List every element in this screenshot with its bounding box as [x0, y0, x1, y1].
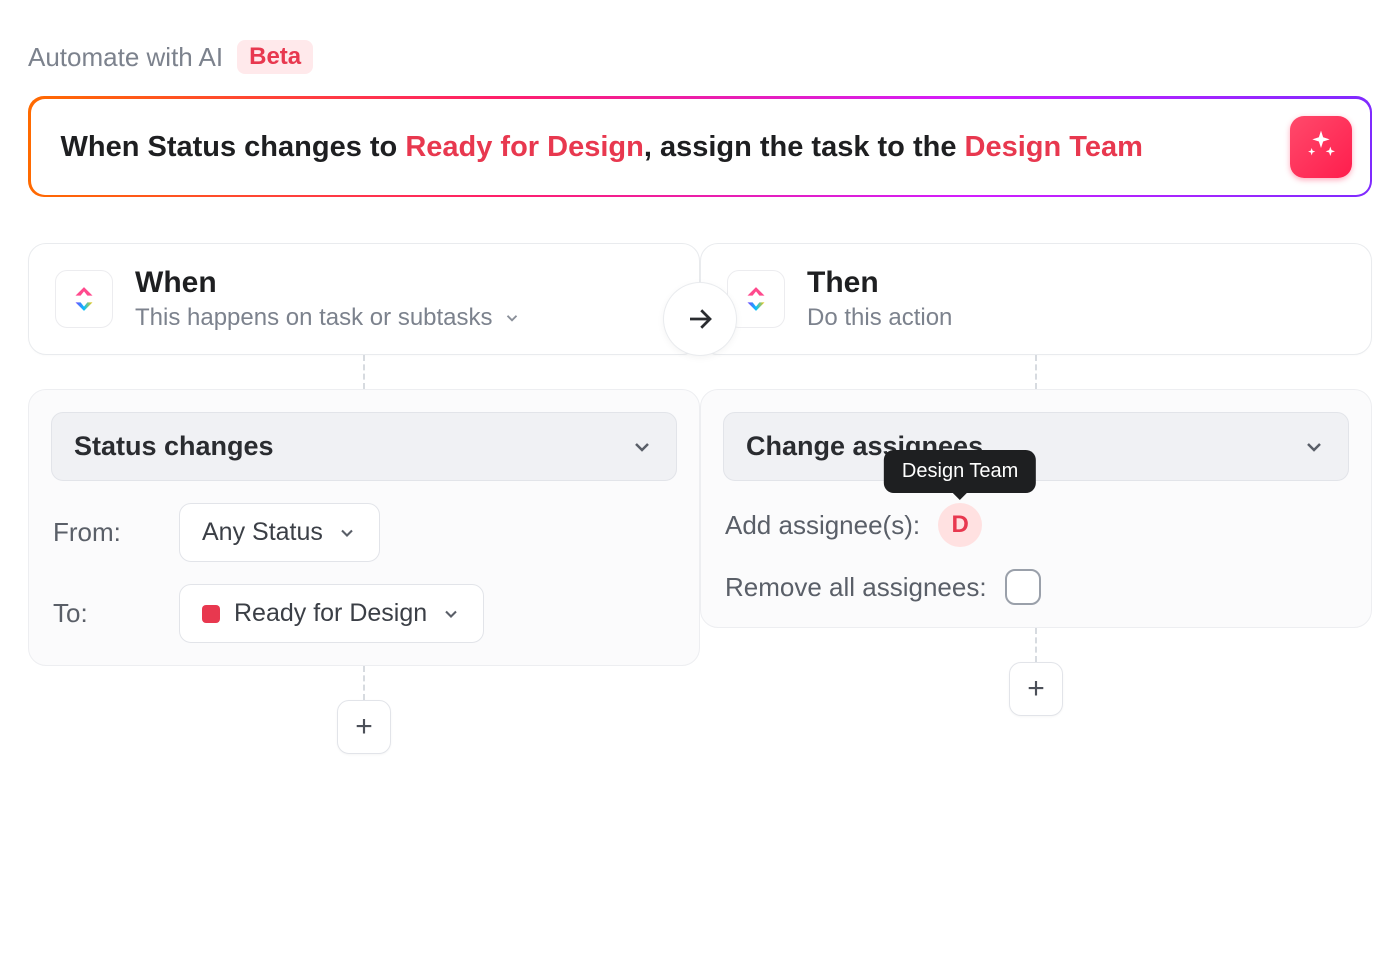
- to-status-select[interactable]: Ready for Design: [179, 584, 484, 643]
- clickup-logo-icon: [739, 282, 773, 316]
- chevron-down-icon: [630, 435, 654, 459]
- header-title: Automate with AI: [28, 42, 223, 73]
- then-card-header: Then Do this action: [727, 266, 1345, 332]
- assignee-tooltip: Design Team: [884, 450, 1036, 493]
- then-config-card: Change assignees Add assignee(s): D Desi…: [700, 389, 1372, 628]
- ai-prompt-inner: When Status changes to Ready for Design,…: [31, 99, 1370, 195]
- status-color-swatch: [202, 605, 220, 623]
- remove-assignees-label: Remove all assignees:: [725, 572, 987, 603]
- connector-line: [1035, 628, 1037, 662]
- from-row: From: Any Status: [51, 503, 677, 562]
- when-subtitle-row[interactable]: This happens on task or subtasks: [135, 304, 673, 332]
- chevron-down-icon: [441, 604, 461, 624]
- prompt-highlight-status: Ready for Design: [405, 131, 644, 163]
- ai-generate-button[interactable]: [1290, 116, 1352, 178]
- chevron-down-icon: [337, 523, 357, 543]
- from-status-select[interactable]: Any Status: [179, 503, 380, 562]
- from-label: From:: [53, 517, 153, 548]
- to-status-value: Ready for Design: [234, 599, 427, 628]
- when-title: When: [135, 266, 673, 300]
- to-row: To: Ready for Design: [51, 584, 677, 643]
- remove-assignees-row: Remove all assignees:: [723, 569, 1349, 605]
- assignee-avatar[interactable]: D Design Team: [938, 503, 982, 547]
- header: Automate with AI Beta: [28, 40, 1372, 74]
- add-assignees-row: Add assignee(s): D Design Team: [723, 503, 1349, 547]
- remove-all-checkbox[interactable]: [1005, 569, 1041, 605]
- automation-flow: When This happens on task or subtasks St…: [28, 243, 1372, 754]
- chevron-down-icon: [503, 309, 521, 327]
- from-status-value: Any Status: [202, 518, 323, 547]
- assignee-initial: D: [951, 511, 968, 539]
- add-assignees-label: Add assignee(s):: [725, 510, 920, 541]
- when-subtitle: This happens on task or subtasks: [135, 304, 493, 332]
- when-column: When This happens on task or subtasks St…: [28, 243, 700, 754]
- beta-badge: Beta: [237, 40, 313, 74]
- ai-prompt-text: When Status changes to Ready for Design,…: [61, 129, 1143, 165]
- arrow-right-icon: [685, 304, 715, 334]
- ai-prompt-bar[interactable]: When Status changes to Ready for Design,…: [28, 96, 1372, 197]
- prompt-middle: , assign the task to the: [644, 131, 965, 163]
- connector-line: [363, 355, 365, 389]
- when-config-card: Status changes From: Any Status To: Read…: [28, 389, 700, 666]
- to-label: To:: [53, 598, 153, 629]
- add-trigger-button[interactable]: +: [337, 700, 391, 754]
- action-select[interactable]: Change assignees: [723, 412, 1349, 481]
- connector-line: [363, 666, 365, 700]
- plus-icon: +: [355, 710, 373, 744]
- clickup-logo-icon: [67, 282, 101, 316]
- then-subtitle-row: Do this action: [807, 304, 1345, 332]
- trigger-select[interactable]: Status changes: [51, 412, 677, 481]
- prompt-highlight-team: Design Team: [965, 131, 1143, 163]
- flow-arrow: [664, 283, 736, 355]
- prompt-prefix: When Status changes to: [61, 131, 406, 163]
- add-action-button[interactable]: +: [1009, 662, 1063, 716]
- when-card-header: When This happens on task or subtasks: [55, 266, 673, 332]
- then-subtitle: Do this action: [807, 304, 952, 332]
- then-card: Then Do this action: [700, 243, 1372, 355]
- then-column: Then Do this action Change assignees Add…: [700, 243, 1372, 716]
- connector-line: [1035, 355, 1037, 389]
- when-card: When This happens on task or subtasks: [28, 243, 700, 355]
- chevron-down-icon: [1302, 435, 1326, 459]
- plus-icon: +: [1027, 672, 1045, 706]
- trigger-select-label: Status changes: [74, 431, 274, 462]
- app-logo: [55, 270, 113, 328]
- then-title: Then: [807, 266, 1345, 300]
- sparkle-icon: [1305, 128, 1337, 165]
